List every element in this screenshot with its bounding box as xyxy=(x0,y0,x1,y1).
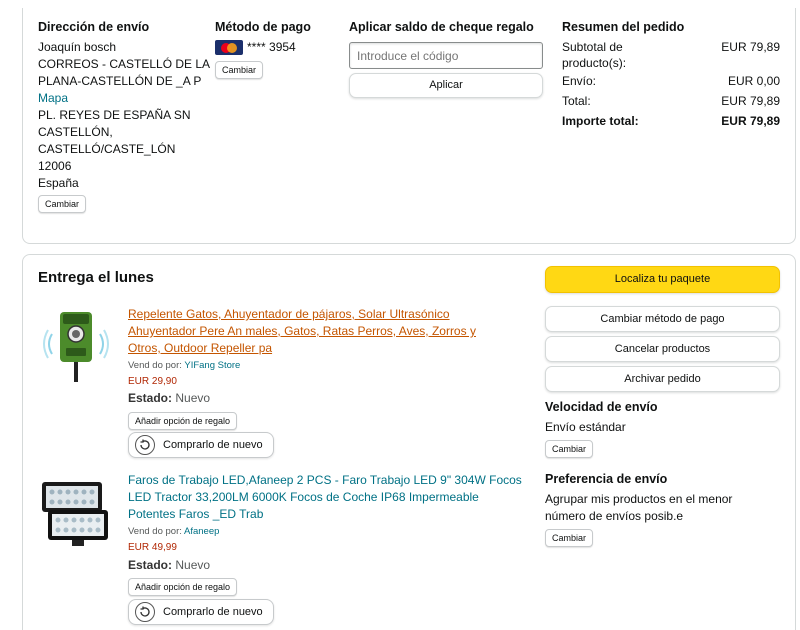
condition-row: Estado: Nuevo xyxy=(128,391,210,405)
sold-by-row: Vend do por: Afaneep xyxy=(128,526,219,537)
map-link[interactable]: Mapa xyxy=(38,90,68,107)
grand-total-label: Importe total: xyxy=(562,114,639,128)
shipping-line-3: PL. REYES DE ESPAÑA SN xyxy=(38,108,191,122)
gift-code-input[interactable] xyxy=(349,42,543,69)
cancel-items-button[interactable]: Cancelar productos xyxy=(545,336,780,362)
shipping-address-heading: Dirección de envío xyxy=(38,20,150,34)
grand-total-value: EUR 79,89 xyxy=(721,114,780,128)
total-label: Total: xyxy=(562,94,591,108)
shipping-line-4: CASTELLÓN, xyxy=(38,125,113,139)
sold-by-label: Vend do por: xyxy=(128,526,182,537)
delivery-heading: Entrega el lunes xyxy=(38,269,154,286)
mastercard-icon xyxy=(215,40,243,55)
item-price: EUR 29,90 xyxy=(128,376,177,387)
change-payment-button[interactable]: Cambiar xyxy=(215,61,264,79)
subtotal-label: Subtotal de xyxy=(562,40,623,54)
shipping-cost-value: EUR 0,00 xyxy=(727,74,780,88)
shipping-line-1: CORREOS - CASTELLÓ DE LA xyxy=(38,57,211,71)
change-speed-button[interactable]: Cambiar xyxy=(545,440,594,458)
sold-by-label: Vend do por: xyxy=(128,360,182,371)
change-payment-method-button[interactable]: Cambiar método de pago xyxy=(545,306,780,332)
shipping-speed-heading: Velocidad de envío xyxy=(545,400,658,414)
add-gift-option-button[interactable]: Añadir opción de regalo xyxy=(128,412,238,430)
sold-by-row: Vend do por: YIFang Store xyxy=(128,360,240,371)
buy-again-button[interactable]: Comprarlo de nuevo xyxy=(128,599,274,625)
summary-subtotal-row: Subtotal de EUR 79,89 xyxy=(562,39,780,55)
summary-shipping-row: Envío: EUR 0,00 xyxy=(562,73,780,89)
shipping-line-5: CASTELLÓ/CASTE_LÓN xyxy=(38,142,176,156)
product-title-line-1[interactable]: Faros de Trabajo LED,Afaneep 2 PCS - Far… xyxy=(128,472,522,489)
item-price: EUR 49,99 xyxy=(128,542,177,553)
apply-gift-button[interactable]: Aplicar xyxy=(349,73,543,98)
subtotal-value: EUR 79,89 xyxy=(721,40,780,54)
buy-again-label: Comprarlo de nuevo xyxy=(163,439,263,451)
subtotal-label-cont: producto(s): xyxy=(562,56,627,70)
order-summary-heading: Resumen del pedido xyxy=(562,20,685,34)
gift-card-heading: Aplicar saldo de cheque regalo xyxy=(349,20,534,34)
card-number: **** 3954 xyxy=(247,40,296,54)
summary-grand-total-row: Importe total: EUR 79,89 xyxy=(562,113,780,129)
shipping-preference-line-1: Agrupar mis productos en el menor xyxy=(545,492,733,506)
product-title-line-3[interactable]: Otros, Outdoor Repeller pa xyxy=(128,340,272,357)
seller-link[interactable]: YIFang Store xyxy=(184,360,240,371)
product-title-line-1[interactable]: Repelente Gatos, Ahuyentador de pájaros,… xyxy=(128,306,450,323)
seller-link[interactable]: Afaneep xyxy=(184,526,219,537)
product-title-line-3[interactable]: Potentes Faros _ED Trab xyxy=(128,506,263,523)
product-image-led-lights[interactable] xyxy=(38,476,114,548)
track-package-button[interactable]: Localiza tu paquete xyxy=(545,266,780,293)
change-address-button[interactable]: Cambiar xyxy=(38,195,87,213)
refresh-icon xyxy=(135,602,155,622)
product-title-line-2[interactable]: Ahuyentador Pere An males, Gatos, Ratas … xyxy=(128,323,476,340)
summary-total-row: Total: EUR 79,89 xyxy=(562,93,780,109)
shipping-name: Joaquín bosch xyxy=(38,40,117,54)
add-gift-option-button[interactable]: Añadir opción de regalo xyxy=(128,578,238,596)
total-value: EUR 79,89 xyxy=(721,94,780,108)
refresh-icon xyxy=(135,435,155,455)
product-image-repeller[interactable] xyxy=(42,304,110,384)
condition-value: Nuevo xyxy=(175,558,211,572)
change-preference-button[interactable]: Cambiar xyxy=(545,529,594,547)
shipping-preference-heading: Preferencia de envío xyxy=(545,472,668,486)
archive-order-button[interactable]: Archivar pedido xyxy=(545,366,780,392)
product-title-line-2[interactable]: LED Tractor 33,200LM 6000K Focos de Coch… xyxy=(128,489,479,506)
shipping-cost-label: Envío: xyxy=(562,74,597,88)
shipping-speed-value: Envío estándar xyxy=(545,420,626,434)
buy-again-label: Comprarlo de nuevo xyxy=(163,606,263,618)
payment-method-heading: Método de pago xyxy=(215,20,311,34)
shipping-postcode: 12006 xyxy=(38,159,72,173)
condition-label: Estado: xyxy=(128,391,173,405)
condition-value: Nuevo xyxy=(175,391,211,405)
condition-label: Estado: xyxy=(128,558,173,572)
buy-again-button[interactable]: Comprarlo de nuevo xyxy=(128,432,274,458)
shipping-preference-line-2: número de envíos posib.e xyxy=(545,509,684,523)
shipping-line-2: PLANA-CASTELLÓN DE _A P xyxy=(38,74,202,88)
shipping-country: España xyxy=(38,176,79,190)
condition-row: Estado: Nuevo xyxy=(128,558,210,572)
